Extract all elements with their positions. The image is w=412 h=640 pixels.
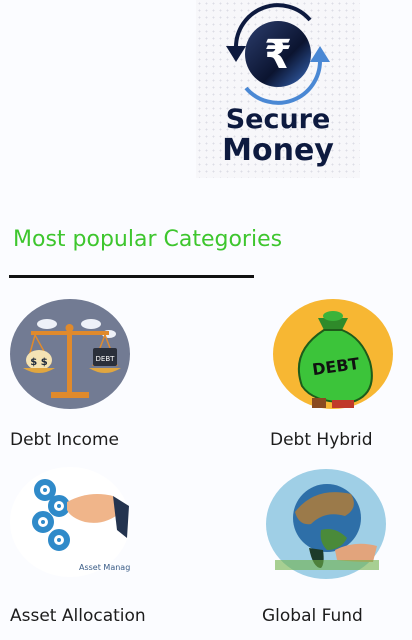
svg-text:$ $: $ $ (30, 357, 47, 368)
category-card-asset-allocation[interactable]: Asset Manag Asset Allocation (0, 466, 200, 630)
category-label: Debt Hybrid (270, 430, 373, 450)
rupee-symbol: ₹ (264, 32, 292, 78)
category-label: Debt Income (10, 430, 119, 450)
category-label: Global Fund (262, 606, 363, 626)
balance-scale-icon: $ $ DEBT (10, 299, 130, 409)
app-screen: ₹ Secure Money Most popular Categories $… (0, 0, 412, 640)
logo-text-secure: Secure (225, 104, 331, 135)
debt-bag-icon: DEBT (273, 299, 393, 409)
section-title: Most popular Categories (13, 227, 283, 252)
category-card-debt-income[interactable]: $ $ DEBT Debt Income (0, 296, 200, 456)
section-divider (9, 275, 254, 278)
brand-logo: ₹ Secure Money (196, 0, 360, 178)
category-label: Asset Allocation (10, 606, 146, 626)
gears-hand-icon: Asset Manag (10, 467, 130, 577)
logo-text-money: Money (222, 133, 334, 168)
globe-hand-icon (266, 469, 386, 579)
category-card-global-fund[interactable]: Global Fund (252, 466, 402, 630)
debt-weight-label: DEBT (96, 355, 116, 363)
category-card-debt-hybrid[interactable]: DEBT Debt Hybrid (262, 296, 402, 456)
rupee-cycle-icon: ₹ (226, 3, 330, 105)
asset-art-label: Asset Manag (79, 563, 130, 572)
